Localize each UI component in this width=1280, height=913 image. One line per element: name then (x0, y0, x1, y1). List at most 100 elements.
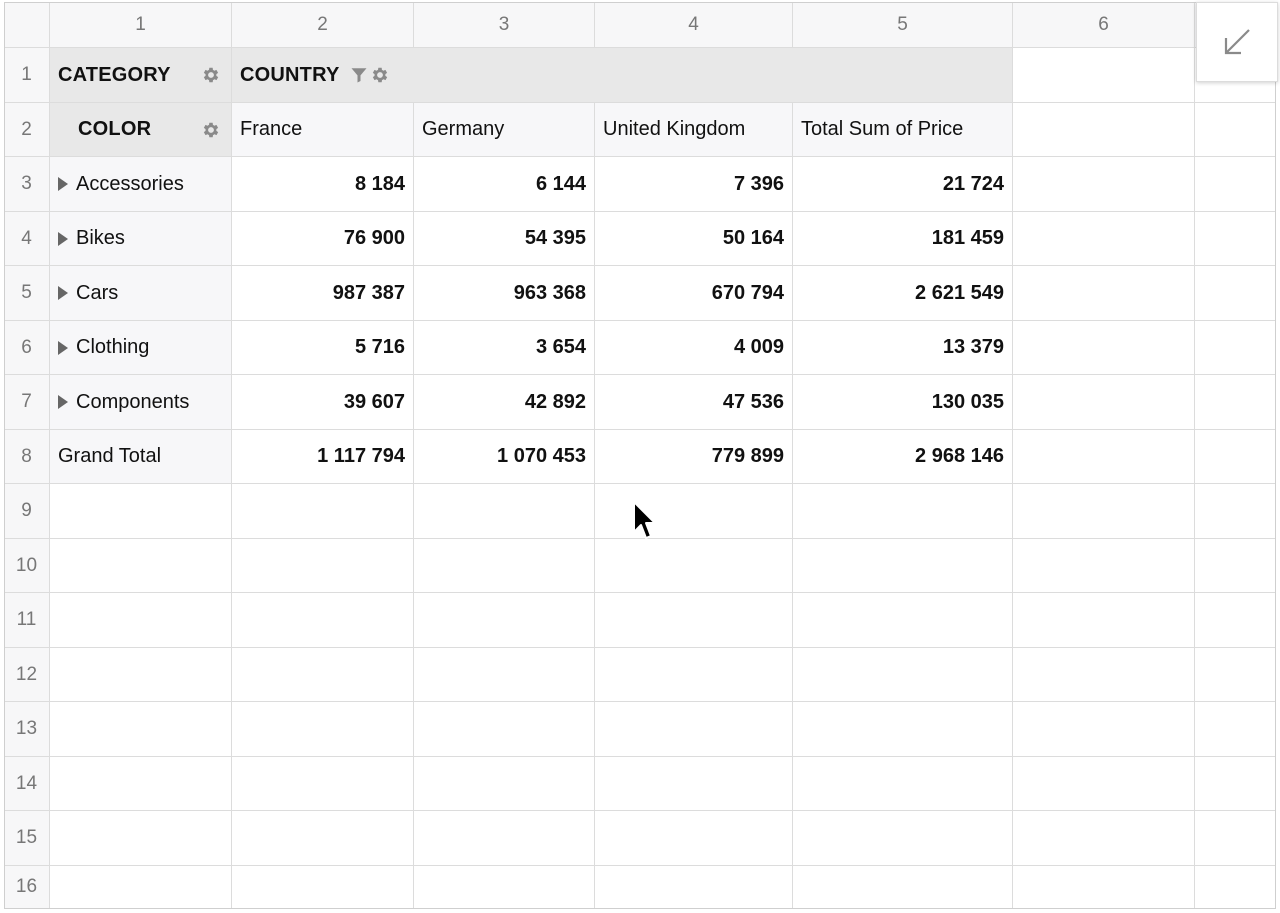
row-total-cell[interactable]: 21 724 (793, 157, 1013, 212)
row-header-5[interactable]: 5 (4, 266, 50, 321)
empty-cell[interactable] (414, 539, 595, 593)
empty-cell[interactable] (793, 757, 1013, 811)
empty-cell[interactable] (1013, 375, 1195, 430)
grand-total-label[interactable]: Grand Total (50, 430, 232, 484)
value-cell[interactable]: 3 654 (414, 321, 595, 375)
empty-cell[interactable] (50, 484, 232, 539)
value-cell[interactable]: 987 387 (232, 266, 414, 321)
row-total-cell[interactable]: 2 621 549 (793, 266, 1013, 321)
empty-cell[interactable] (1195, 539, 1276, 593)
value-cell[interactable]: 7 396 (595, 157, 793, 212)
expand-arrow-icon[interactable] (58, 286, 68, 300)
empty-cell[interactable] (1013, 430, 1195, 484)
empty-cell[interactable] (232, 757, 414, 811)
empty-cell[interactable] (793, 593, 1013, 648)
empty-cell[interactable] (414, 702, 595, 757)
empty-cell[interactable] (1013, 157, 1195, 212)
row-total-cell[interactable]: 181 459 (793, 212, 1013, 266)
empty-cell[interactable] (595, 539, 793, 593)
empty-cell[interactable] (1013, 266, 1195, 321)
gear-icon[interactable] (370, 65, 390, 85)
grand-total-cell[interactable]: 1 117 794 (232, 430, 414, 484)
value-cell[interactable]: 963 368 (414, 266, 595, 321)
value-cell[interactable]: 54 395 (414, 212, 595, 266)
empty-cell[interactable] (232, 648, 414, 702)
empty-cell[interactable] (232, 866, 414, 909)
empty-cell[interactable] (1195, 702, 1276, 757)
grand-total-cell[interactable]: 1 070 453 (414, 430, 595, 484)
empty-cell[interactable] (50, 593, 232, 648)
row-header-11[interactable]: 11 (4, 593, 50, 648)
empty-cell[interactable] (414, 484, 595, 539)
empty-cell[interactable] (793, 648, 1013, 702)
gear-icon[interactable] (201, 65, 221, 85)
empty-cell[interactable] (1195, 321, 1276, 375)
row-header-2[interactable]: 2 (4, 103, 50, 157)
empty-cell[interactable] (595, 757, 793, 811)
empty-cell[interactable] (1195, 157, 1276, 212)
column-header-5[interactable]: 5 (793, 2, 1013, 48)
expand-arrow-icon[interactable] (58, 177, 68, 191)
empty-cell[interactable] (414, 593, 595, 648)
row-header-9[interactable]: 9 (4, 484, 50, 539)
empty-cell[interactable] (595, 866, 793, 909)
column-member-united-kingdom[interactable]: United Kingdom (595, 103, 793, 157)
collapse-panel-button[interactable] (1196, 2, 1278, 82)
empty-cell[interactable] (1195, 375, 1276, 430)
empty-cell[interactable] (1195, 212, 1276, 266)
row-header-10[interactable]: 10 (4, 539, 50, 593)
value-cell[interactable]: 50 164 (595, 212, 793, 266)
column-header-6[interactable]: 6 (1013, 2, 1195, 48)
empty-cell[interactable] (793, 484, 1013, 539)
empty-cell[interactable] (232, 593, 414, 648)
empty-cell[interactable] (1013, 484, 1195, 539)
empty-cell[interactable] (232, 702, 414, 757)
empty-cell[interactable] (50, 702, 232, 757)
row-field-color[interactable]: COLOR (50, 103, 232, 157)
empty-cell[interactable] (1195, 757, 1276, 811)
value-cell[interactable]: 42 892 (414, 375, 595, 430)
empty-cell[interactable] (1195, 103, 1276, 157)
row-header-7[interactable]: 7 (4, 375, 50, 430)
empty-cell[interactable] (1195, 266, 1276, 321)
empty-cell[interactable] (414, 757, 595, 811)
empty-cell[interactable] (50, 811, 232, 866)
column-member-france[interactable]: France (232, 103, 414, 157)
empty-cell[interactable] (414, 811, 595, 866)
row-header-8[interactable]: 8 (4, 430, 50, 484)
row-member-bikes[interactable]: Bikes (50, 212, 232, 266)
empty-cell[interactable] (1195, 484, 1276, 539)
empty-cell[interactable] (414, 648, 595, 702)
value-cell[interactable]: 5 716 (232, 321, 414, 375)
column-header-1[interactable]: 1 (50, 2, 232, 48)
empty-cell[interactable] (1195, 430, 1276, 484)
empty-cell[interactable] (50, 648, 232, 702)
empty-cell[interactable] (793, 866, 1013, 909)
row-header-1[interactable]: 1 (4, 48, 50, 103)
value-cell[interactable]: 47 536 (595, 375, 793, 430)
empty-cell[interactable] (1013, 212, 1195, 266)
empty-cell[interactable] (595, 702, 793, 757)
row-header-14[interactable]: 14 (4, 757, 50, 811)
empty-cell[interactable] (1013, 103, 1195, 157)
empty-cell[interactable] (1195, 648, 1276, 702)
value-cell[interactable]: 39 607 (232, 375, 414, 430)
empty-cell[interactable] (1013, 539, 1195, 593)
expand-arrow-icon[interactable] (58, 395, 68, 409)
value-cell[interactable]: 6 144 (414, 157, 595, 212)
row-header-15[interactable]: 15 (4, 811, 50, 866)
column-total-header[interactable]: Total Sum of Price (793, 103, 1013, 157)
row-header-4[interactable]: 4 (4, 212, 50, 266)
empty-cell[interactable] (1013, 866, 1195, 909)
row-total-cell[interactable]: 13 379 (793, 321, 1013, 375)
value-cell[interactable]: 670 794 (595, 266, 793, 321)
filter-icon[interactable] (350, 66, 368, 84)
empty-cell[interactable] (1195, 593, 1276, 648)
row-total-cell[interactable]: 130 035 (793, 375, 1013, 430)
empty-cell[interactable] (793, 811, 1013, 866)
row-header-13[interactable]: 13 (4, 702, 50, 757)
column-header-3[interactable]: 3 (414, 2, 595, 48)
value-cell[interactable]: 4 009 (595, 321, 793, 375)
value-cell[interactable]: 76 900 (232, 212, 414, 266)
column-header-2[interactable]: 2 (232, 2, 414, 48)
